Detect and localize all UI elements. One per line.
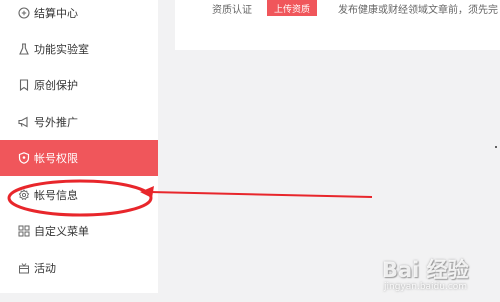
sidebar-item-label: 原创保护 [34, 79, 78, 92]
watermark: Bai 经验 jingyan.baidu.com [382, 254, 500, 302]
sidebar-item-original-protection[interactable]: 原创保护 [0, 67, 158, 103]
sidebar-item-account-permissions[interactable]: 帐号权限 [0, 140, 158, 176]
annotation-arrow-line [149, 191, 373, 198]
stray-dot [495, 146, 497, 148]
gift-icon [18, 262, 30, 274]
sidebar-item-label: 自定义菜单 [34, 225, 89, 238]
qualification-card: 资质认证 上传资质 发布健康或财经领域文章前，须先完 [175, 0, 500, 50]
sidebar-item-events[interactable]: 活动 [0, 250, 158, 286]
watermark-url: jingyan.baidu.com [384, 282, 468, 292]
megaphone-icon [18, 116, 30, 128]
bookmark-icon [18, 79, 30, 91]
sidebar-item-promotion[interactable]: 号外推广 [0, 104, 158, 140]
gear-icon [18, 189, 30, 201]
sidebar-item-settlement[interactable]: 结算中心 [0, 0, 158, 31]
flask-icon [18, 43, 30, 55]
sidebar-item-account-info[interactable]: 帐号信息 [0, 177, 158, 213]
sidebar-item-lab[interactable]: 功能实验室 [0, 31, 158, 67]
grid-icon [18, 225, 30, 237]
sidebar-item-label: 功能实验室 [34, 43, 89, 56]
qualification-label: 资质认证 [212, 5, 252, 16]
sidebar-item-label: 结算中心 [34, 7, 78, 20]
settlement-icon [18, 7, 30, 19]
sidebar-item-label: 号外推广 [34, 116, 78, 129]
sidebar: 结算中心 功能实验室 原创保护 号外推广 帐号权限 帐号信息 自定义菜单 活动 [0, 0, 158, 293]
watermark-brand: Bai 经验 [382, 258, 469, 282]
sidebar-item-custom-menu[interactable]: 自定义菜单 [0, 213, 158, 249]
notice-text: 发布健康或财经领域文章前，须先完 [338, 5, 498, 16]
shield-icon [18, 152, 30, 164]
sidebar-item-label: 帐号信息 [34, 189, 78, 202]
sidebar-item-label: 帐号权限 [34, 152, 78, 165]
sidebar-item-label: 活动 [34, 262, 56, 275]
upload-qualification-button[interactable]: 上传资质 [267, 0, 317, 16]
